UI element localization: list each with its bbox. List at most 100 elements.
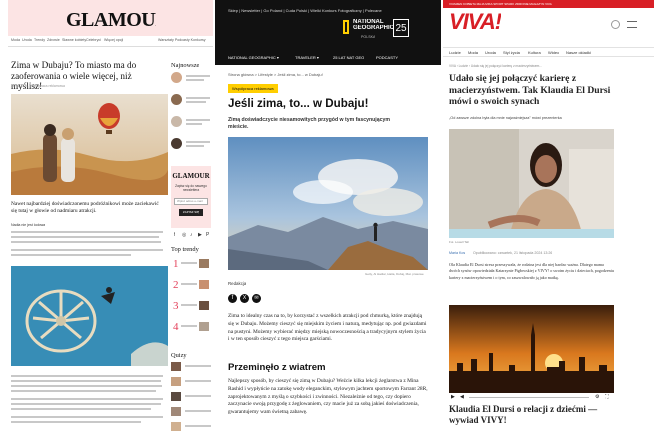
play-icon[interactable]: ▶ — [451, 394, 455, 400]
nav-item-uroda[interactable]: Uroda — [22, 38, 32, 42]
natgeo-top-links[interactable]: Sklep | Newsletter | Go Poland | Cuda Po… — [228, 8, 382, 13]
nav-right-links[interactable]: Warsztaty Podcasty Konkursy — [158, 38, 206, 42]
rank-number: 4 — [173, 321, 179, 333]
list-item[interactable] — [171, 72, 182, 83]
nav-item-celebryci[interactable]: Celebryci — [86, 38, 101, 42]
video-controls: ▶ ◀ ⚙ ⛶ — [449, 394, 614, 401]
facebook-share-icon[interactable]: f — [228, 294, 237, 303]
social-icons: f ◎ ♪ ▶ P — [174, 232, 212, 238]
lead-caption: Nadia nie jest lodowa — [11, 223, 46, 227]
search-icon[interactable] — [611, 20, 620, 29]
glamour-logo[interactable]: GLAMOUR — [66, 9, 156, 32]
nav-traveler[interactable]: TRAVELER ▾ — [295, 55, 319, 60]
lead-image-desert — [11, 94, 168, 195]
author-label: Redakcja — [228, 281, 247, 286]
list-item[interactable] — [171, 138, 182, 149]
nav-ludzie[interactable]: Ludzie — [449, 50, 461, 55]
list-item[interactable] — [199, 301, 209, 310]
section-heading: Przeminęło z wiatrem — [228, 362, 326, 373]
promo-logo: GLAMOUR — [172, 172, 210, 180]
subscribe-button[interactable]: ZAPISZ SIĘ — [179, 209, 203, 216]
rank-number: 1 — [173, 258, 179, 270]
nav-item-wiecej[interactable]: Więcej opcji — [104, 38, 123, 42]
nav-national-geographic[interactable]: NATIONAL GEOGRAPHIC ▾ — [228, 55, 279, 60]
breadcrumb[interactable]: Strona główna > Lifestyle > Jeśli zima, … — [228, 72, 323, 77]
list-item[interactable] — [171, 422, 181, 431]
viva-nav: Ludzie Moda Uroda Styl życia Kultura Wid… — [443, 47, 654, 57]
pinterest-icon[interactable]: P — [206, 232, 209, 238]
facebook-icon[interactable]: f — [174, 232, 175, 238]
nav-styl-zycia[interactable]: Styl życia — [503, 50, 520, 55]
list-item[interactable] — [171, 392, 181, 401]
breadcrumb[interactable]: VIVA › Ludzie › Udało się jej połączyć k… — [449, 64, 649, 68]
glamour-nav: Moda Uroda Trendy Zdrowie Sławne kobiety… — [8, 36, 213, 47]
list-item[interactable] — [171, 362, 181, 371]
video-seek-bar[interactable] — [469, 397, 589, 398]
viva-logo[interactable]: VIVA! — [449, 9, 501, 35]
nav-kultura[interactable]: Kultura — [528, 50, 541, 55]
video-player-skyline[interactable] — [449, 305, 614, 393]
nav-okladki[interactable]: Nasze okiadki — [566, 50, 591, 55]
author-link[interactable]: Maria Kos — [449, 251, 465, 255]
video-headline: Klaudia El Dursi o relacji z dziećmi — w… — [449, 404, 598, 425]
list-item[interactable] — [171, 94, 182, 105]
newsletter-promo: GLAMOUR Zapisz się do naszego newsletter… — [171, 166, 211, 228]
fullscreen-icon[interactable]: ⛶ — [605, 394, 609, 400]
top-trends-list: 1 2 3 4 — [171, 258, 213, 348]
instagram-icon[interactable]: ◎ — [182, 232, 186, 238]
x-share-icon[interactable]: X — [240, 294, 249, 303]
palm-island-image — [11, 266, 168, 366]
portrait-image — [449, 129, 614, 238]
anniversary-badge: 25 — [393, 19, 409, 37]
nav-podcasty[interactable]: PODCASTY — [376, 55, 398, 60]
menu-icon[interactable] — [627, 21, 637, 28]
natgeo-article-screenshot: Sklep | Newsletter | Go Poland | Cuda Po… — [215, 0, 441, 436]
list-item[interactable] — [199, 322, 209, 331]
email-share-icon[interactable]: ✉ — [252, 294, 261, 303]
email-field[interactable]: Wpisz adres e-mail — [174, 198, 208, 205]
viva-body: Ola Klaudia El Dursi stresa przeszywała,… — [449, 262, 614, 280]
nav-item-zdrowie[interactable]: Zdrowie — [47, 38, 60, 42]
natgeo-logo-sub: POLSKA — [361, 35, 376, 39]
tiktok-icon[interactable]: ♪ — [190, 232, 193, 238]
nav-item-moda[interactable]: Moda — [11, 38, 20, 42]
natgeo-body-paragraph-1: Zima to idealny czas na to, by korzystać… — [228, 313, 427, 343]
sidebar-heading-top: Top trendy — [171, 246, 199, 253]
promo-text: Zapisz się do naszego newslettera — [175, 184, 207, 192]
youtube-icon[interactable]: ▶ — [198, 232, 202, 238]
settings-icon[interactable]: ⚙ — [595, 394, 599, 400]
nav-25-lat[interactable]: 25 LAT NAT GEO — [333, 55, 364, 60]
hero-image-mountains — [228, 137, 428, 270]
sidebar-heading-najnowsze: Najnowsze — [171, 62, 200, 69]
nav-item-slawne-kobiety[interactable]: Sławne kobiety — [62, 38, 86, 42]
viva-headline: Udało się jej połączyć karierę z macierz… — [449, 73, 611, 108]
publish-date: Opublikowano: czwartek, 21 listopada 202… — [473, 251, 553, 255]
viva-top-links[interactable]: VIVAMEN KOBIETA MAJA MIKA SPORT SPARK ZD… — [449, 2, 552, 6]
glamour-byline: 20.11.2024, Współpraca reklamowa — [11, 84, 65, 88]
sponsored-tag: Współpraca reklamowa — [228, 84, 278, 93]
list-item[interactable] — [199, 259, 209, 268]
sidebar-heading-quizy: Quizy — [171, 352, 187, 359]
natgeo-headline: Jeśli zima, to... w Dubaju! — [228, 97, 369, 110]
viva-article-screenshot: VIVAMEN KOBIETA MAJA MIKA SPORT SPARK ZD… — [443, 0, 654, 436]
nav-wideo[interactable]: Wideo — [548, 50, 559, 55]
natgeo-body-paragraph-2: Najlepszy sposób, by cieszyć się zimą w … — [228, 378, 428, 416]
glamour-article-screenshot: GLAMOUR Moda Uroda Trendy Zdrowie Sławne… — [8, 0, 213, 436]
natgeo-logo-line2[interactable]: GEOGRAPHIC — [353, 25, 394, 32]
photo-credit: Getty, Al Hadiar, Hatta, Dubaj, Mat. pra… — [365, 272, 424, 276]
latest-list — [171, 72, 211, 162]
list-item[interactable] — [171, 407, 181, 416]
nav-moda[interactable]: Moda — [468, 50, 478, 55]
list-item[interactable] — [171, 377, 181, 386]
photo-credit: Fot. Lowell Tall — [449, 240, 469, 244]
rank-number: 2 — [173, 279, 179, 291]
volume-icon[interactable]: ◀ — [460, 394, 464, 400]
viva-quote: „Od zawsze zdolna była dla mnie najważni… — [449, 116, 562, 120]
quiz-list — [171, 362, 213, 434]
glamour-subheading: Nawet najbardziej doświadczonemu podróżn… — [11, 201, 159, 214]
list-item[interactable] — [199, 280, 209, 289]
nav-uroda[interactable]: Uroda — [485, 50, 496, 55]
nav-item-trendy[interactable]: Trendy — [34, 38, 45, 42]
list-item[interactable] — [171, 116, 182, 127]
natgeo-yellow-frame-icon — [343, 20, 349, 34]
